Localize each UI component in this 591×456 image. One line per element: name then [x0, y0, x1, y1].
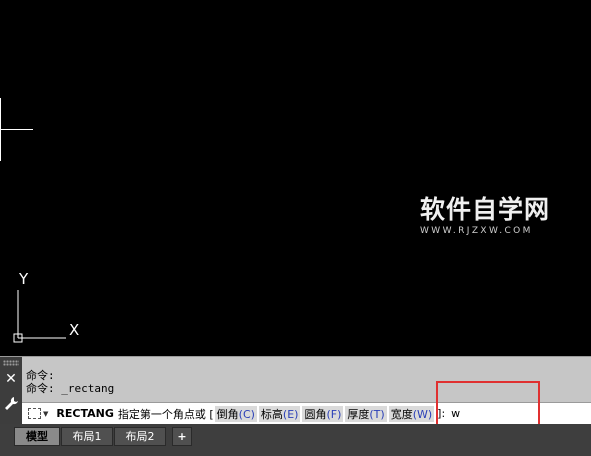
option-key: (W): [412, 407, 433, 421]
option-label: 厚度: [347, 407, 370, 421]
wrench-icon[interactable]: [3, 395, 19, 413]
ucs-y-label: Y: [18, 270, 29, 288]
rectangle-icon[interactable]: [28, 408, 41, 419]
drag-grip-icon[interactable]: [3, 360, 19, 366]
chevron-down-icon[interactable]: ▼: [43, 410, 48, 418]
option-thickness[interactable]: 厚度(T): [345, 405, 387, 422]
ucs-icon: Y X: [13, 270, 79, 343]
command-history: 命令: 命令: _rectang: [26, 369, 114, 395]
add-layout-button[interactable]: +: [172, 427, 192, 446]
option-width[interactable]: 宽度(W): [388, 405, 435, 422]
option-label: 倒角: [216, 407, 239, 421]
crosshair-cursor: [0, 129, 33, 130]
option-fillet[interactable]: 圆角(F): [302, 405, 344, 422]
tab-layout1[interactable]: 布局1: [61, 427, 113, 446]
history-line: 命令:: [26, 369, 55, 382]
watermark-url: WWW.RJZXW.COM: [420, 226, 533, 236]
prompt-text: 指定第一个角点或 [: [117, 407, 214, 421]
option-key: (T): [369, 407, 385, 421]
option-key: (F): [326, 407, 342, 421]
layout-tabs: 模型 布局1 布局2 +: [0, 424, 591, 456]
option-label: 圆角: [304, 407, 327, 421]
option-key: (E): [282, 407, 299, 421]
history-line: 命令: _rectang: [26, 382, 115, 395]
option-label: 标高: [260, 407, 283, 421]
option-chamfer[interactable]: 倒角(C): [214, 405, 257, 422]
option-key: (C): [238, 407, 255, 421]
crosshair-cursor-vertical: [0, 98, 1, 161]
option-label: 宽度: [390, 407, 413, 421]
tab-layout2[interactable]: 布局2: [114, 427, 166, 446]
option-elevation[interactable]: 标高(E): [258, 405, 301, 422]
close-icon[interactable]: ✕: [4, 372, 18, 386]
ucs-x-label: X: [69, 321, 79, 339]
tab-model[interactable]: 模型: [14, 427, 60, 446]
command-name: RECTANG: [56, 407, 114, 420]
drawing-canvas[interactable]: Y X 软件自学网 WWW.RJZXW.COM: [0, 0, 591, 356]
command-window-sidebar: ✕: [0, 357, 22, 425]
watermark-title: 软件自学网: [420, 195, 551, 224]
watermark: 软件自学网 WWW.RJZXW.COM: [420, 195, 560, 237]
